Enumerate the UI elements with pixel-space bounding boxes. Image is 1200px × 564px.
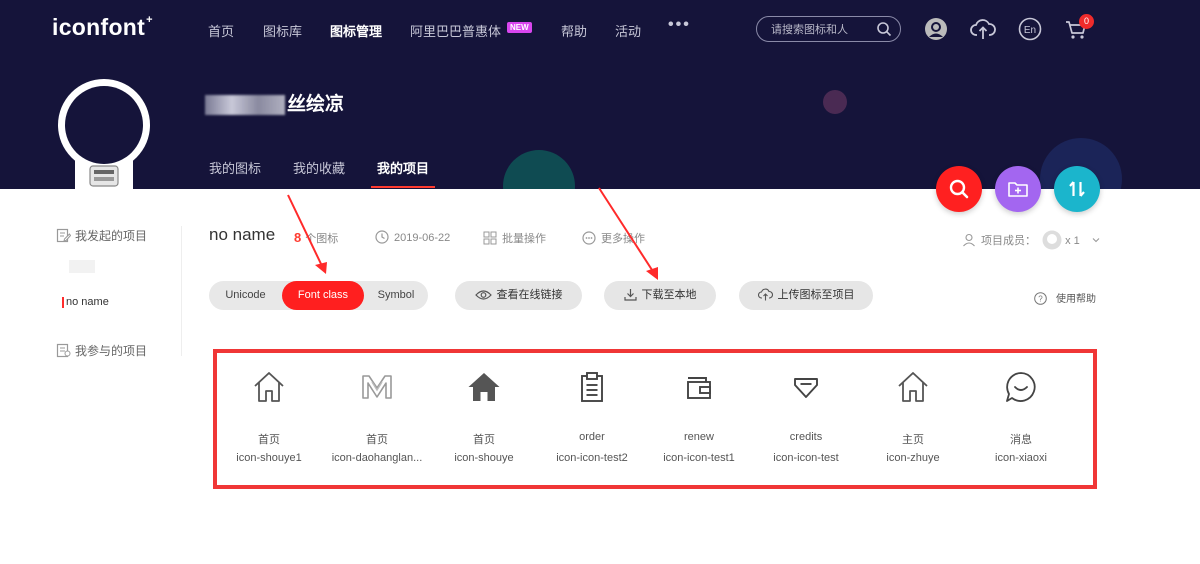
icon-card[interactable]: 消息 icon-xiaoxi [969, 369, 1073, 464]
icon-class-name: icon-icon-test2 [556, 452, 628, 464]
project-members[interactable]: 项目成员： x 1 [962, 230, 1106, 250]
icon-class-name: icon-xiaoxi [995, 452, 1047, 464]
new-project-button[interactable] [995, 166, 1041, 212]
search-project-button[interactable] [936, 166, 982, 212]
house-outline-icon [217, 369, 321, 405]
sidebar-item-no-name[interactable]: no name [62, 296, 109, 308]
more-operations-button[interactable]: 更多操作 [582, 230, 645, 246]
language-label: En [1024, 25, 1036, 36]
member-avatar [1042, 230, 1062, 250]
chevron-down-icon [1092, 238, 1100, 243]
icon-name: renew [684, 431, 714, 443]
nav-item-activities[interactable]: 活动 [615, 21, 641, 40]
tab-my-projects[interactable]: 我的项目 [377, 158, 429, 177]
clock-icon [375, 230, 389, 244]
sidebar-item-my-projects[interactable]: 我发起的项目 [56, 227, 147, 244]
project-date: 2019-06-22 [375, 230, 450, 244]
user-avatar-icon[interactable] [924, 17, 948, 46]
icon-class-name: icon-shouye [454, 452, 514, 464]
icon-card[interactable]: credits icon-icon-test [754, 369, 858, 464]
language-switch-icon[interactable]: En [1018, 17, 1042, 46]
user-icon [963, 233, 975, 247]
search-icon[interactable] [876, 21, 892, 42]
icon-card[interactable]: 主页 icon-zhuye [861, 369, 965, 464]
icon-name: 消息 [1010, 434, 1032, 446]
sidebar-item-joined-projects[interactable]: 我参与的项目 [56, 342, 147, 359]
eye-icon [474, 290, 492, 300]
view-online-link-button[interactable]: 查看在线链接 [455, 281, 582, 310]
icon-card[interactable]: 首页 icon-shouye1 [217, 369, 321, 464]
nav-item-puhuiti-font[interactable]: 阿里巴巴普惠体 [410, 21, 501, 40]
project-title: no name [209, 225, 276, 244]
iconfont-logo[interactable]: iconfont+ [52, 14, 153, 41]
avatar[interactable] [56, 70, 152, 189]
mode-font-class[interactable]: Font class [282, 281, 364, 310]
icon-name: 主页 [902, 434, 924, 446]
more-circle-icon [582, 231, 596, 245]
icon-card[interactable]: renew icon-icon-test1 [647, 369, 751, 464]
nav-item-help[interactable]: 帮助 [561, 21, 587, 40]
tab-my-favorites[interactable]: 我的收藏 [293, 158, 345, 177]
icon-card[interactable]: 首页 icon-daohanglan... [325, 369, 429, 464]
download-icon [623, 289, 637, 301]
cart-count-badge: 0 [1079, 14, 1094, 29]
chat-bubble-icon [969, 369, 1073, 405]
icon-name: 首页 [366, 434, 388, 446]
house-filled-icon [432, 369, 536, 405]
icon-class-name: icon-zhuye [886, 452, 940, 464]
icon-name: 首页 [258, 434, 280, 446]
house-outline-icon [861, 369, 965, 405]
mode-symbol[interactable]: Symbol [364, 281, 428, 310]
blurred-name-part [205, 94, 285, 115]
sidebar-divider [181, 226, 182, 356]
nav-item-icon-library[interactable]: 图标库 [263, 21, 302, 40]
icon-name: 首页 [473, 434, 495, 446]
icon-name: order [579, 431, 605, 443]
decorative-circle [823, 90, 847, 114]
sidebar-item-blurred[interactable] [69, 260, 95, 273]
icon-count: 8 个图标 [294, 230, 339, 245]
icon-card[interactable]: 首页 icon-shouye [432, 369, 536, 464]
username: 丝绘凉 [205, 89, 344, 116]
edit-doc-icon [56, 228, 72, 243]
decorative-circle [503, 150, 575, 189]
search-box [756, 16, 901, 42]
search-input[interactable] [771, 21, 876, 38]
active-tab-underline [371, 186, 435, 188]
top-nav: iconfont+ 首页 图标库 图标管理 阿里巴巴普惠体 NEW 帮助 活动 … [0, 0, 1200, 58]
cloud-upload-icon[interactable] [970, 17, 996, 46]
download-button[interactable]: 下载至本地 [604, 281, 716, 310]
tab-my-icons[interactable]: 我的图标 [209, 158, 261, 177]
usage-help-link[interactable]: ? 使用帮助 [1034, 290, 1096, 305]
page: iconfont+ 首页 图标库 图标管理 阿里巴巴普惠体 NEW 帮助 活动 … [0, 0, 1200, 564]
m-logo-icon [325, 369, 429, 405]
icon-class-name: icon-shouye1 [236, 452, 302, 464]
wallet-icon [647, 369, 751, 405]
cloud-upload-icon [757, 288, 773, 301]
clipboard-icon [540, 369, 644, 405]
icon-class-name: icon-icon-test [773, 452, 839, 464]
icon-card[interactable]: order icon-icon-test2 [540, 369, 644, 464]
batch-operations-button[interactable]: 批量操作 [483, 230, 546, 246]
mode-unicode[interactable]: Unicode [209, 281, 282, 310]
grid-icon [483, 231, 497, 245]
question-icon: ? [1034, 292, 1047, 305]
more-menu-icon[interactable]: ••• [668, 16, 691, 34]
svg-text:?: ? [1038, 295, 1043, 304]
sort-projects-button[interactable] [1054, 166, 1100, 212]
project-sidebar: 我发起的项目 no name 我参与的项目 [48, 214, 161, 366]
icon-name: credits [789, 431, 823, 443]
new-badge: NEW [507, 22, 532, 33]
icon-class-name: icon-daohanglan... [331, 452, 423, 464]
upload-icons-button[interactable]: 上传图标至项目 [739, 281, 873, 310]
code-mode-switch: Unicode Font class Symbol [209, 281, 428, 310]
nav-item-home[interactable]: 首页 [208, 21, 234, 40]
nav-item-icon-management[interactable]: 图标管理 [330, 21, 382, 40]
shared-doc-icon [56, 343, 71, 358]
gem-icon [754, 369, 858, 405]
icon-class-name: icon-icon-test1 [663, 452, 735, 464]
